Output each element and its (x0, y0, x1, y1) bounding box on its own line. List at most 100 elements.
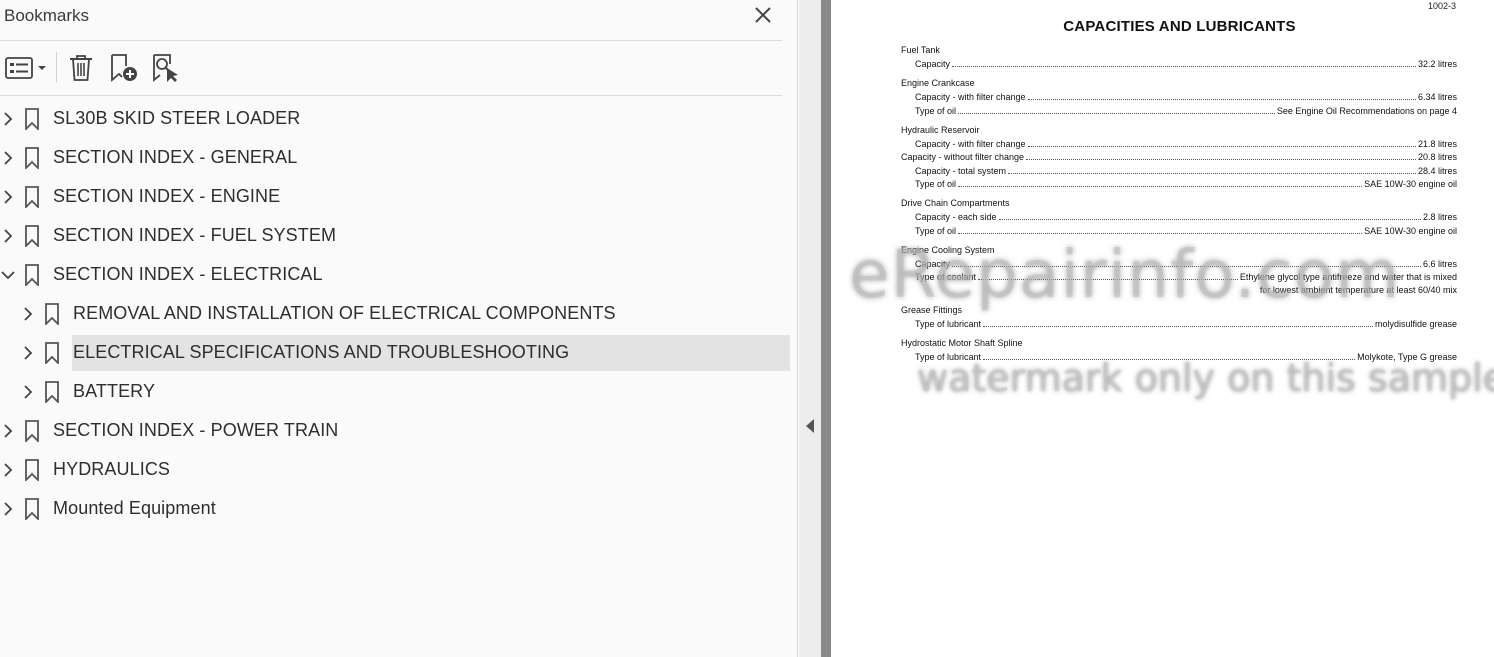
add-bookmark-icon (111, 54, 137, 82)
chevron-right-icon[interactable] (21, 305, 35, 323)
bookmarks-panel-title: Bookmarks (4, 6, 90, 25)
spec-value: 6.6 litres (1422, 258, 1457, 269)
bookmark-label[interactable]: SECTION INDEX - FUEL SYSTEM (53, 225, 336, 246)
bookmarks-toolbar (0, 46, 782, 90)
bookmark-item[interactable]: SECTION INDEX - ELECTRICAL (0, 257, 798, 293)
list-options-icon (5, 57, 46, 79)
page-shadow-edge (821, 0, 831, 657)
spec-value: 6.34 litres (1417, 92, 1457, 102)
chevron-right-icon[interactable] (21, 383, 35, 401)
bookmark-label[interactable]: HYDRAULICS (53, 459, 170, 480)
spec-heading: Hydraulic Reservoir (901, 124, 980, 135)
toolbar-divider (0, 95, 782, 96)
chevron-right-icon[interactable] (1, 461, 15, 479)
bookmark-label[interactable]: SECTION INDEX - ENGINE (53, 186, 280, 207)
spec-value: 2.8 litres (1422, 212, 1457, 222)
close-panel-button[interactable] (752, 4, 774, 26)
bookmark-options-button[interactable] (2, 50, 48, 86)
bookmark-label[interactable]: SECTION INDEX - POWER TRAIN (53, 420, 338, 441)
bookmark-item[interactable]: SECTION INDEX - GENERAL (0, 140, 798, 176)
bookmark-icon (25, 108, 39, 130)
spec-value: SAE 10W-30 engine oil (1364, 179, 1457, 189)
toolbar-separator (56, 52, 57, 82)
spec-label: Capacity - with filter change (915, 138, 1026, 149)
bookmark-label[interactable]: Mounted Equipment (53, 498, 216, 519)
leader-dots (952, 66, 1416, 67)
spec-heading: Drive Chain Compartments (901, 198, 1010, 208)
chevron-right-icon[interactable] (1, 188, 15, 206)
bookmark-item[interactable]: SL30B SKID STEER LOADER (0, 101, 798, 137)
spec-label: Capacity - without filter change (901, 152, 1025, 162)
panel-header-divider (0, 40, 782, 41)
spec-line: Type of lubricant molydisulfide grease (901, 318, 1457, 329)
chevron-right-icon[interactable] (1, 227, 15, 245)
spec-label: Capacity (915, 59, 951, 69)
leader-dots (983, 325, 1373, 327)
bookmark-label[interactable]: SECTION INDEX - ELECTRICAL (53, 264, 323, 285)
spec-line: Capacity - with filter change 6.34 litres (901, 91, 1457, 102)
bookmark-label[interactable]: SECTION INDEX - GENERAL (53, 147, 297, 168)
spec-line: Capacity - each side 2.8 litres (901, 211, 1457, 222)
chevron-right-icon[interactable] (1, 110, 15, 128)
bookmark-item[interactable]: SECTION INDEX - ENGINE (0, 179, 798, 215)
close-icon (755, 7, 771, 23)
panel-splitter[interactable] (799, 0, 821, 657)
bookmark-icon (25, 420, 39, 442)
watermark-secondary: watermark only on this sample (917, 356, 1494, 400)
spec-heading: Hydrostatic Motor Shaft Spline (901, 337, 1023, 348)
bookmark-item[interactable]: HYDRAULICS (0, 452, 798, 488)
spec-value: molydisulfide grease (1374, 318, 1457, 329)
find-bookmark-button[interactable] (148, 50, 182, 86)
chevron-right-icon[interactable] (1, 500, 15, 518)
document-title: CAPACITIES AND LUBRICANTS (1063, 18, 1296, 35)
spec-heading: Fuel Tank (901, 45, 940, 55)
bookmark-label[interactable]: SL30B SKID STEER LOADER (53, 108, 300, 129)
watermark-primary: eRepairinfo.com (849, 236, 1401, 313)
bookmark-icon (25, 264, 39, 286)
leader-dots (958, 232, 1363, 234)
collapse-panel-arrow-icon[interactable] (806, 419, 814, 433)
bookmark-icon (45, 303, 59, 325)
bookmark-item[interactable]: ELECTRICAL SPECIFICATIONS AND TROUBLESHO… (0, 335, 798, 371)
bookmark-item[interactable]: SECTION INDEX - FUEL SYSTEM (0, 218, 798, 254)
spec-label: Type of oil (915, 179, 957, 189)
delete-bookmark-button[interactable] (64, 50, 98, 86)
spec-label: Capacity - each side (915, 212, 997, 222)
bookmark-icon (25, 147, 39, 169)
spec-line: Type of oil SAE 10W-30 engine oil (901, 225, 1457, 236)
leader-dots (958, 112, 1275, 114)
spec-line: Capacity - total system 28.4 litres (901, 165, 1457, 176)
spec-line: Type of oil SAE 10W-30 engine oil (901, 178, 1457, 189)
document-page[interactable]: 1002-3 CAPACITIES AND LUBRICANTS Fuel Ta… (831, 0, 1494, 657)
leader-dots (1008, 172, 1416, 174)
leader-dots (1027, 145, 1416, 147)
spec-line: Type of oil See Engine Oil Recommendation… (901, 105, 1457, 116)
bookmarks-panel: Bookmarks SL30B SKID STEER LOADER SECTIO… (0, 0, 798, 657)
bookmark-icon (25, 225, 39, 247)
leader-dots (998, 219, 1421, 220)
bookmark-label[interactable]: ELECTRICAL SPECIFICATIONS AND TROUBLESHO… (73, 342, 569, 363)
spec-line: Capacity - with filter change 21.8 litres (901, 138, 1457, 149)
chevron-down-icon[interactable] (1, 266, 15, 284)
bookmark-item[interactable]: REMOVAL AND INSTALLATION OF ELECTRICAL C… (0, 296, 798, 332)
spec-value: See Engine Oil Recommendations on page 4 (1276, 105, 1457, 116)
spec-label: Type of lubricant (915, 318, 982, 329)
leader-dots (1027, 99, 1416, 100)
bookmark-item[interactable]: BATTERY (0, 374, 798, 410)
spec-value: SAE 10W-30 engine oil (1364, 225, 1457, 236)
spec-value: 21.8 litres (1417, 138, 1457, 149)
chevron-right-icon[interactable] (1, 422, 15, 440)
bookmark-item[interactable]: SECTION INDEX - POWER TRAIN (0, 413, 798, 449)
add-bookmark-button[interactable] (106, 50, 140, 86)
spec-label: Type of oil (915, 105, 957, 116)
chevron-right-icon[interactable] (21, 344, 35, 362)
spec-value: 20.8 litres (1417, 152, 1457, 162)
spec-value: 32.2 litres (1417, 59, 1457, 69)
bookmark-label[interactable]: REMOVAL AND INSTALLATION OF ELECTRICAL C… (73, 303, 616, 324)
bookmark-icon (25, 498, 39, 520)
bookmark-item[interactable]: Mounted Equipment (0, 491, 798, 527)
bookmark-label[interactable]: BATTERY (73, 381, 155, 402)
spec-label: Capacity - with filter change (915, 92, 1026, 102)
chevron-right-icon[interactable] (1, 149, 15, 167)
spec-label: Capacity - total system (915, 165, 1007, 176)
